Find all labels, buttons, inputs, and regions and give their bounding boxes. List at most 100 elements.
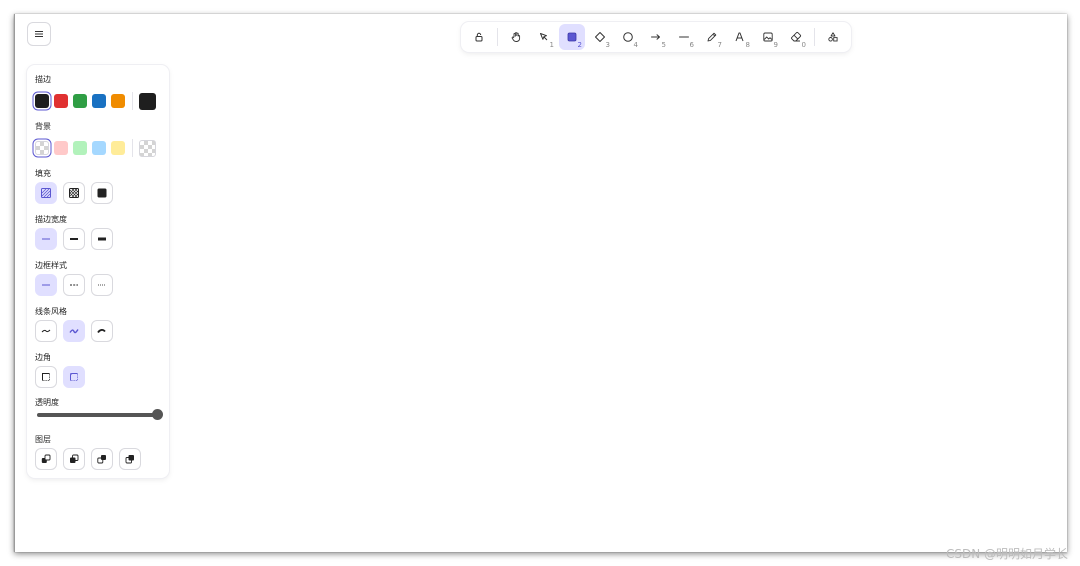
send-backward-button[interactable] <box>63 448 85 470</box>
stroke-width-label: 描边宽度 <box>35 215 67 224</box>
bring-to-front-button[interactable] <box>119 448 141 470</box>
eraser-icon <box>791 31 802 42</box>
rectangle-icon <box>567 32 577 42</box>
extra-bold-line-icon <box>98 237 106 241</box>
arrow-tool-button[interactable]: 5 <box>643 24 669 50</box>
fill-cross-hatch-button[interactable] <box>63 182 85 204</box>
tool-shortcut-number: 7 <box>717 41 722 49</box>
dashed-line-icon <box>70 284 78 286</box>
main-menu-button[interactable] <box>27 22 51 46</box>
layers-label: 图层 <box>35 435 51 444</box>
hand-tool-button[interactable] <box>503 24 529 50</box>
pencil-icon <box>707 32 717 42</box>
tool-shortcut-number: 2 <box>577 41 582 49</box>
background-color-blue[interactable] <box>92 141 106 155</box>
color-divider <box>132 139 133 157</box>
stroke-color-orange[interactable] <box>111 94 125 108</box>
background-color-transparent[interactable] <box>35 141 49 155</box>
lock-icon <box>475 32 483 42</box>
edges-sharp-button[interactable] <box>35 366 57 388</box>
dotted-line-icon <box>98 284 106 286</box>
pencil-tool-button[interactable]: 7 <box>699 24 725 50</box>
sharp-corner-icon <box>42 373 50 381</box>
watermark-text: CSDN @明明如月学长 <box>945 547 1068 561</box>
stroke-color-blue[interactable] <box>92 94 106 108</box>
stroke-width-bold-button[interactable] <box>63 228 85 250</box>
edges-row <box>35 366 91 388</box>
cross-hatch-fill-icon <box>69 188 79 198</box>
opacity-slider-thumb[interactable] <box>152 409 163 420</box>
fill-style-row <box>35 182 119 204</box>
thin-line-icon <box>42 238 50 240</box>
background-label: 背景 <box>35 122 51 131</box>
tool-shortcut-number: 8 <box>745 41 750 49</box>
stroke-color-black[interactable] <box>35 94 49 108</box>
tool-shortcut-number: 3 <box>605 41 610 49</box>
app-canvas[interactable]: 1 2 3 4 5 6 7 8 9 0 描边 背景 填充 描边宽度 边框样式 线… <box>14 14 1067 552</box>
sloppiness-artist-button[interactable] <box>63 320 85 342</box>
hand-icon <box>511 32 521 42</box>
selection-icon <box>540 33 548 41</box>
sloppiness-architect-button[interactable] <box>35 320 57 342</box>
eraser-tool-button[interactable]: 0 <box>783 24 809 50</box>
stroke-style-label: 边框样式 <box>35 261 67 270</box>
ellipse-icon <box>623 32 633 42</box>
stroke-label: 描边 <box>35 75 51 84</box>
opacity-label: 透明度 <box>35 398 59 407</box>
send-to-back-icon <box>41 454 51 463</box>
rectangle-tool-button[interactable]: 2 <box>559 24 585 50</box>
bold-line-icon <box>70 238 78 240</box>
line-tool-button[interactable]: 6 <box>671 24 697 50</box>
stroke-style-solid-button[interactable] <box>35 274 57 296</box>
line-icon <box>679 36 689 38</box>
image-tool-button[interactable]: 9 <box>755 24 781 50</box>
round-corner-icon <box>70 373 78 381</box>
shapes-library-button[interactable] <box>820 24 846 50</box>
bring-forward-button[interactable] <box>91 448 113 470</box>
edges-round-button[interactable] <box>63 366 85 388</box>
toolbar-divider <box>497 28 498 46</box>
properties-panel: 描边 背景 填充 描边宽度 边框样式 线条风格 边角 透明度 图层 <box>27 65 169 478</box>
background-color-row <box>35 139 156 157</box>
tool-shortcut-number: 1 <box>549 41 554 49</box>
stroke-style-dashed-button[interactable] <box>63 274 85 296</box>
background-current-color[interactable] <box>139 139 156 157</box>
stroke-style-dotted-button[interactable] <box>91 274 113 296</box>
fill-solid-button[interactable] <box>91 182 113 204</box>
selection-tool-button[interactable]: 1 <box>531 24 557 50</box>
diamond-tool-button[interactable]: 3 <box>587 24 613 50</box>
stroke-width-extra-bold-button[interactable] <box>91 228 113 250</box>
lock-tool-button[interactable] <box>466 24 492 50</box>
color-divider <box>132 92 133 110</box>
background-color-yellow[interactable] <box>111 141 125 155</box>
fill-hachure-button[interactable] <box>35 182 57 204</box>
fill-label: 填充 <box>35 169 51 178</box>
stroke-color-red[interactable] <box>54 94 68 108</box>
stroke-color-row <box>35 92 156 110</box>
stroke-width-thin-button[interactable] <box>35 228 57 250</box>
shapes-toolbar: 1 2 3 4 5 6 7 8 9 0 <box>461 22 851 52</box>
hachure-fill-icon <box>41 188 51 198</box>
arrow-icon <box>651 34 660 40</box>
sloppiness-row <box>35 320 119 342</box>
stroke-style-row <box>35 274 119 296</box>
sloppiness-cartoonist-button[interactable] <box>91 320 113 342</box>
solid-fill-icon <box>97 188 107 198</box>
background-color-pink[interactable] <box>54 141 68 155</box>
stroke-color-green[interactable] <box>73 94 87 108</box>
cartoonist-stroke-icon <box>97 329 106 334</box>
architect-stroke-icon <box>41 329 51 333</box>
opacity-slider-track[interactable] <box>37 413 157 417</box>
send-to-back-button[interactable] <box>35 448 57 470</box>
bring-to-front-icon <box>125 455 134 464</box>
stroke-current-color[interactable] <box>139 92 156 110</box>
ellipse-tool-button[interactable]: 4 <box>615 24 641 50</box>
background-color-green[interactable] <box>73 141 87 155</box>
tool-shortcut-number: 4 <box>633 41 638 49</box>
edges-label: 边角 <box>35 353 51 362</box>
tool-shortcut-number: 5 <box>661 41 666 49</box>
solid-line-icon <box>42 284 50 286</box>
text-tool-button[interactable]: 8 <box>727 24 753 50</box>
text-icon <box>735 32 744 42</box>
artist-stroke-icon <box>69 329 79 334</box>
